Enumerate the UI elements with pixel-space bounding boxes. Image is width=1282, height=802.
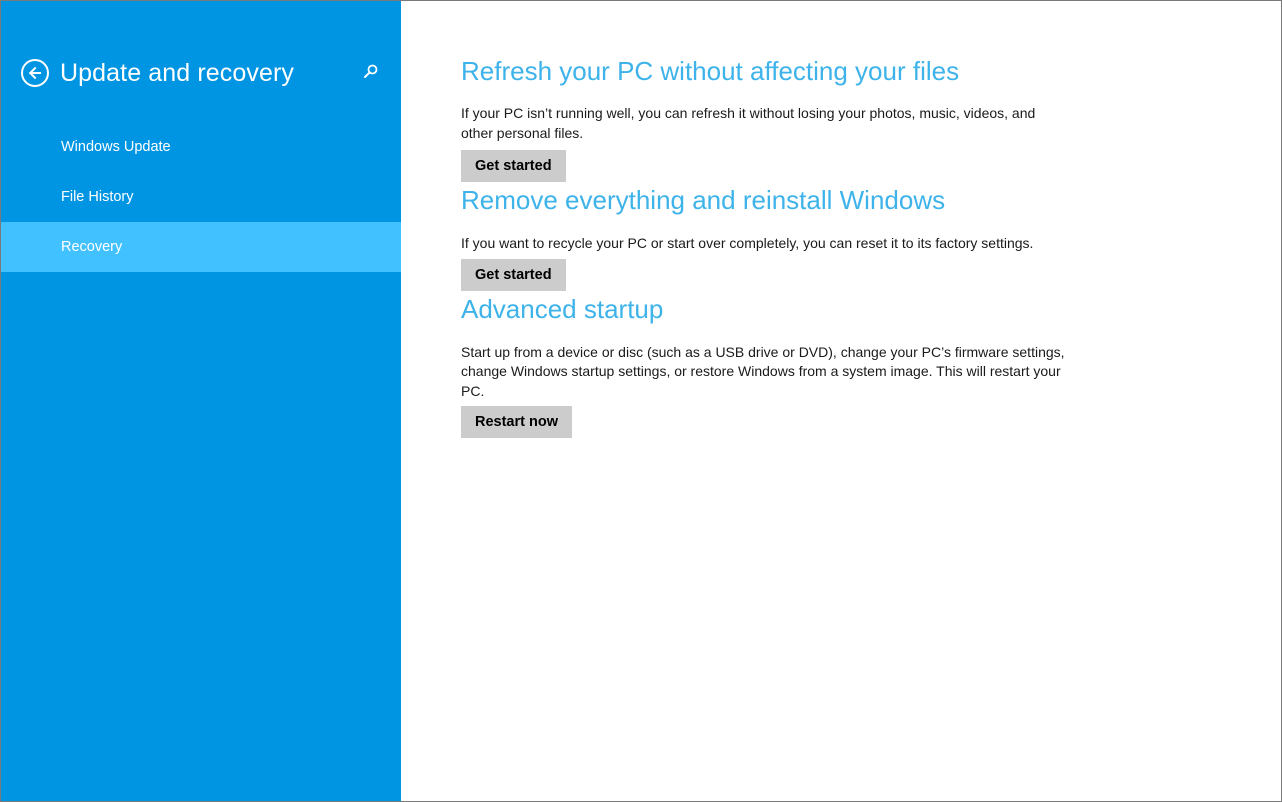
back-arrow-icon — [28, 66, 41, 80]
section-heading: Remove everything and reinstall Windows — [461, 185, 946, 215]
section-description: If your PC isn’t running well, you can r… — [461, 105, 1036, 141]
sidebar-header: Update and recovery — [21, 55, 391, 91]
search-button[interactable] — [363, 63, 383, 83]
sidebar-item-windows-update[interactable]: Windows Update — [1, 122, 401, 172]
back-button[interactable] — [21, 59, 49, 87]
section-heading: Advanced startup — [461, 293, 664, 324]
sidebar-item-label: File History — [61, 189, 134, 205]
refresh-pc-section: Refresh your PC without affecting your f… — [461, 53, 1071, 182]
sidebar-item-file-history[interactable]: File History — [1, 172, 401, 222]
settings-window: Update and recovery Windows Update File … — [0, 0, 1282, 802]
search-icon — [364, 64, 378, 78]
restart-now-button[interactable]: Restart now — [461, 406, 572, 438]
main-content: Refresh your PC without affecting your f… — [401, 1, 1281, 801]
section-description: Start up from a device or disc (such as … — [461, 343, 1065, 399]
sidebar: Update and recovery Windows Update File … — [1, 1, 401, 801]
section-description: If you want to recycle your PC or start … — [461, 235, 1034, 251]
sidebar-item-label: Windows Update — [61, 139, 171, 155]
sidebar-nav: Windows Update File History Recovery — [1, 122, 401, 272]
section-heading: Refresh your PC without affecting your f… — [461, 56, 960, 86]
refresh-get-started-button[interactable]: Get started — [461, 150, 566, 182]
page-title: Update and recovery — [60, 58, 294, 87]
advanced-startup-section: Advanced startup Start up from a device … — [461, 291, 1071, 438]
reset-pc-section: Remove everything and reinstall Windows … — [461, 182, 1071, 291]
sidebar-item-recovery[interactable]: Recovery — [1, 222, 401, 272]
reset-get-started-button[interactable]: Get started — [461, 258, 566, 291]
sidebar-item-label: Recovery — [61, 239, 123, 255]
